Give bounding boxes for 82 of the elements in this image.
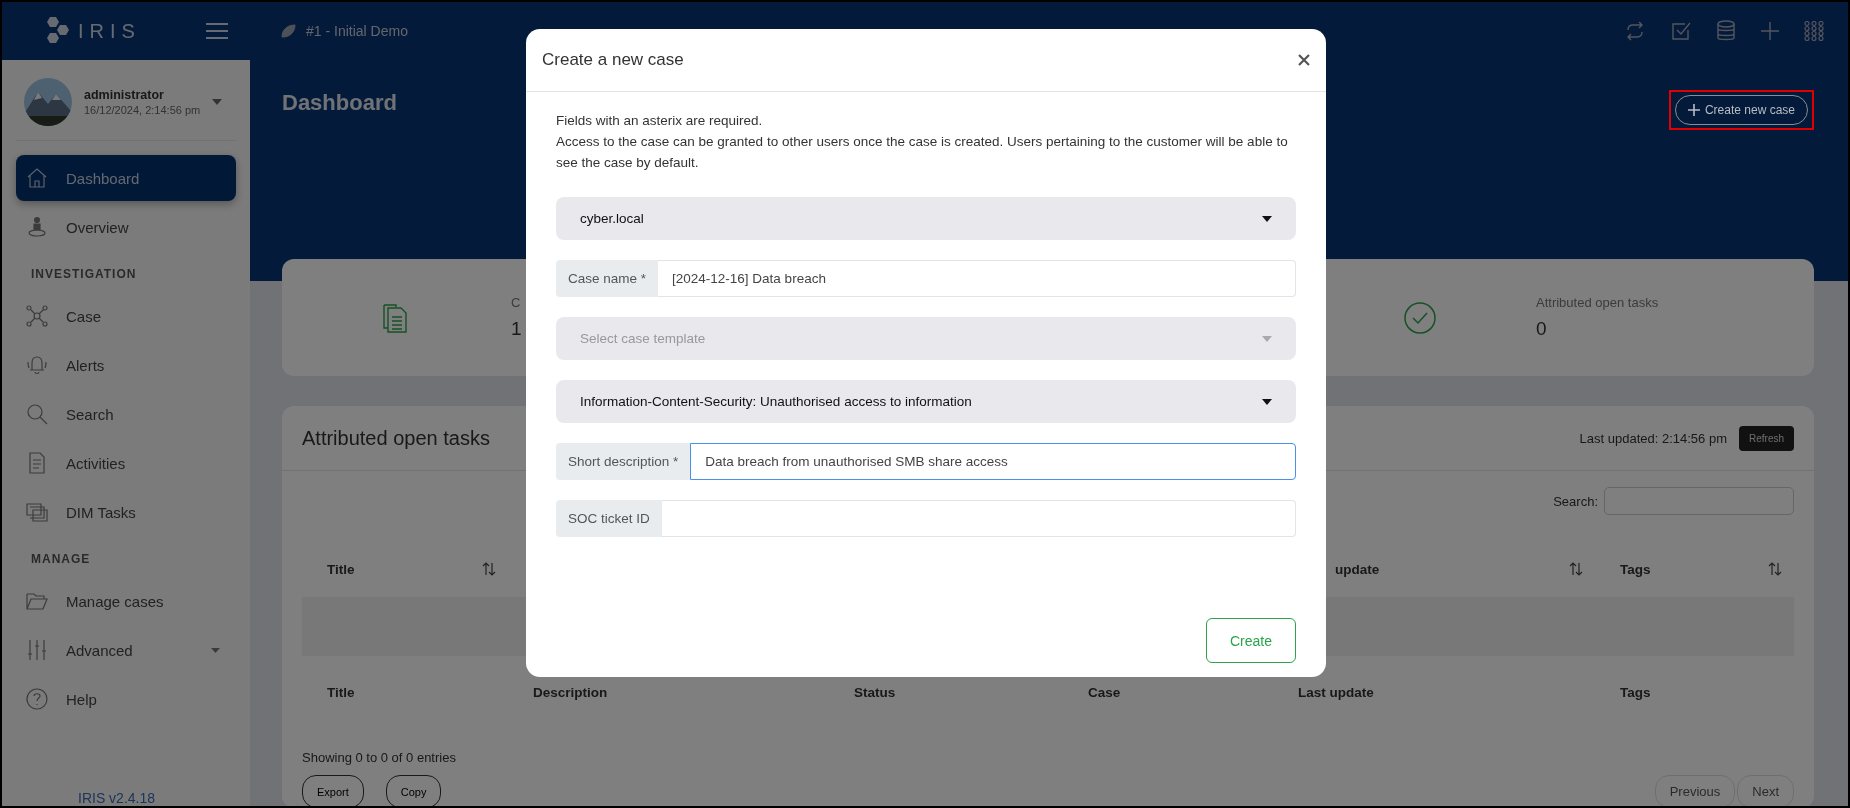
- sidebar-item[interactable]: Overview: [16, 204, 236, 250]
- intro-text: Access to the case can be granted to other users once the case is created. Users pertaining to the customer will be able to see the case by default.: [556, 133, 1289, 172]
- plus-icon[interactable]: [1760, 21, 1780, 41]
- sidebar-item[interactable]: Manage cases: [16, 578, 236, 624]
- column-footer: Status: [854, 684, 896, 700]
- create-button[interactable]: Create: [1206, 618, 1296, 663]
- pagination-button[interactable]: Previous: [1654, 775, 1736, 806]
- search-field[interactable]: [1604, 487, 1794, 515]
- sidebar-item[interactable]: Activities: [16, 440, 236, 486]
- section-heading: MANAGE: [30, 551, 92, 568]
- caret-icon[interactable]: [212, 99, 222, 105]
- login-time: 16/12/2024, 2:14:56 pm: [84, 104, 201, 116]
- home-icon: [26, 167, 48, 189]
- column-footer: Description: [533, 684, 608, 700]
- input-field[interactable]: [2024-12-16] Data breach: [658, 260, 1296, 297]
- sort-icon[interactable]: [1768, 562, 1782, 576]
- last-updated-text: Last updated: 2:14:56 pm: [1579, 430, 1727, 446]
- search-icon: [26, 403, 48, 425]
- person-icon: [26, 216, 48, 238]
- sidebar-item[interactable]: Search: [16, 391, 236, 437]
- entries-info: Showing 0 to 0 of 0 entries: [302, 750, 457, 765]
- sync-icon[interactable]: [1624, 20, 1646, 42]
- page-title: Dashboard: [282, 90, 397, 116]
- user-name: administrator: [84, 88, 165, 102]
- sidebar-item[interactable]: Advanced: [16, 627, 236, 673]
- sort-icon[interactable]: [482, 562, 496, 576]
- stat-label: Attributed open tasks: [1536, 295, 1659, 311]
- caret-icon: [1262, 335, 1272, 342]
- sidebar-item[interactable]: DIM Tasks: [16, 489, 236, 535]
- intro-text: Fields with an asterix are required.: [556, 112, 764, 130]
- column-footer: Last update: [1298, 684, 1374, 700]
- pagination-button[interactable]: Next: [1737, 775, 1794, 806]
- card-title: Attributed open tasks: [302, 426, 490, 450]
- column-footer: Case: [1088, 684, 1121, 700]
- refresh-button[interactable]: Refresh: [1739, 425, 1794, 451]
- input-field[interactable]: [661, 500, 1296, 537]
- sidebar-item[interactable]: Alerts: [16, 342, 236, 388]
- search-label: Search:: [1553, 493, 1598, 509]
- sidebar-item[interactable]: Dashboard: [16, 155, 236, 201]
- menu-icon[interactable]: [206, 22, 228, 40]
- stack-icon: [26, 501, 48, 523]
- network-icon: [26, 305, 48, 327]
- section-heading: INVESTIGATION: [30, 266, 138, 283]
- document-icon: [26, 452, 48, 474]
- select-field[interactable]: cyber.local: [556, 197, 1296, 240]
- apps-grid-icon[interactable]: [1804, 21, 1824, 41]
- export-button[interactable]: Copy: [385, 775, 442, 806]
- check-circle-icon: [1404, 301, 1436, 334]
- help-icon: [26, 688, 48, 710]
- leaf-icon: [280, 23, 296, 39]
- bell-icon: [26, 354, 48, 376]
- modal-title: Create a new case: [542, 50, 684, 70]
- caret-icon: [211, 647, 220, 653]
- column-header[interactable]: Title: [327, 561, 355, 577]
- select-field[interactable]: Information-Content-Security: Unauthorised access to information: [556, 380, 1296, 423]
- plus-icon: [1687, 104, 1700, 116]
- version-text: IRIS v2.4.18: [78, 790, 156, 806]
- checkbox-icon[interactable]: [1670, 20, 1692, 42]
- export-button[interactable]: Export: [302, 775, 364, 806]
- folder-icon: [26, 590, 48, 612]
- documents-icon: [382, 302, 408, 333]
- case-breadcrumb[interactable]: #1 - Initial Demo: [306, 23, 408, 39]
- close-icon[interactable]: [1298, 54, 1310, 66]
- column-footer: Tags: [1620, 684, 1651, 700]
- stat-label: C: [511, 295, 522, 311]
- sidebar-item[interactable]: Case: [16, 293, 236, 339]
- stat-value: 1: [511, 318, 522, 341]
- sliders-icon: [26, 639, 48, 661]
- caret-icon: [1262, 215, 1272, 222]
- database-icon[interactable]: [1716, 20, 1736, 42]
- column-header[interactable]: update: [1335, 561, 1380, 577]
- select-field[interactable]: Select case template: [556, 317, 1296, 360]
- logo-text: IRIS: [78, 19, 141, 43]
- field-label: Case name *: [556, 260, 659, 297]
- sidebar-item[interactable]: Help: [16, 676, 236, 722]
- field-label: Short description *: [556, 443, 691, 480]
- column-header[interactable]: Tags: [1620, 561, 1651, 577]
- field-label: SOC ticket ID: [556, 500, 662, 537]
- stat-value: 0: [1536, 318, 1548, 341]
- column-footer: Title: [327, 684, 355, 700]
- sort-icon[interactable]: [1569, 562, 1583, 576]
- input-field[interactable]: Data breach from unauthorised SMB share access: [690, 443, 1296, 480]
